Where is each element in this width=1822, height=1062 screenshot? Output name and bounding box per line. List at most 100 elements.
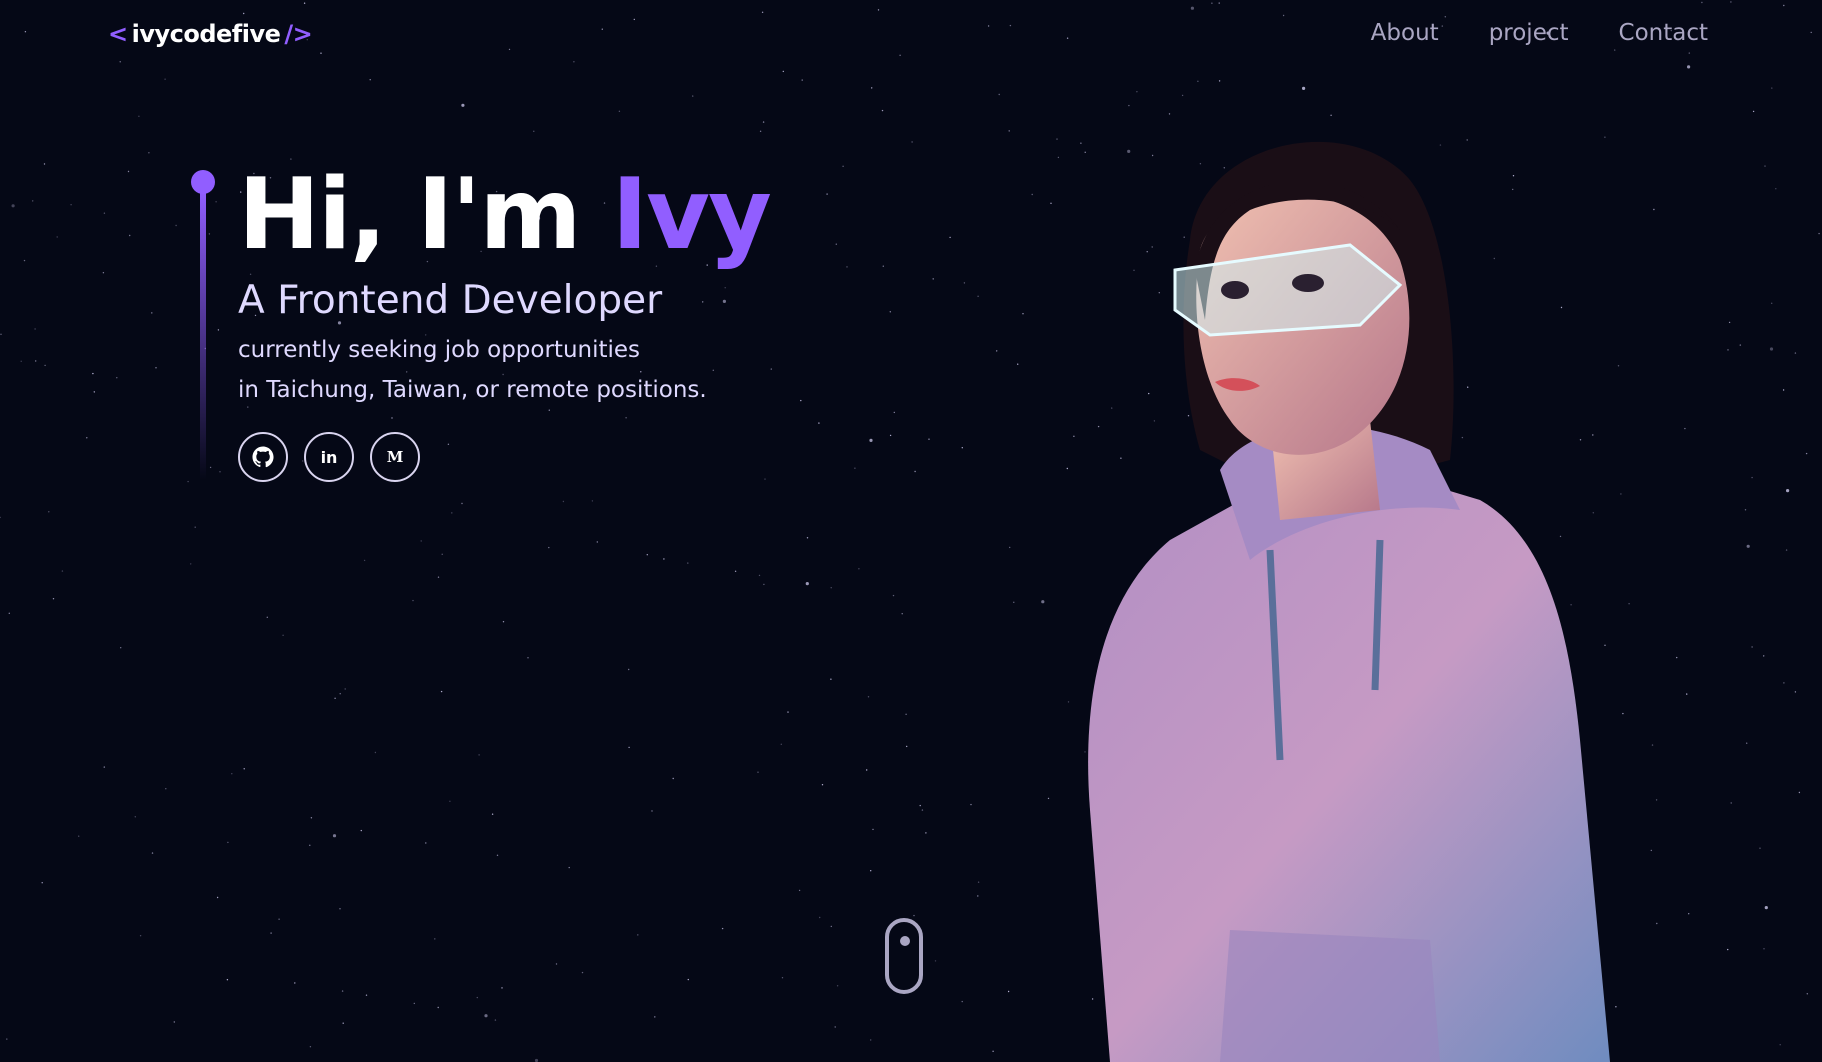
star [1794,352,1797,354]
github-icon [252,446,274,468]
star [1218,80,1221,82]
star [190,563,192,565]
star [227,841,229,844]
star [961,447,963,449]
star [646,554,648,556]
star [819,916,821,919]
star [562,500,565,503]
star [921,809,924,811]
star [780,743,782,745]
star [654,1016,656,1018]
star [672,777,674,780]
star [721,927,724,930]
hero-description-line-2: in Taichung, Taiwan, or remote positions… [238,377,707,403]
star [596,541,598,543]
star [374,751,377,754]
star [628,746,630,749]
star [651,810,653,812]
star [1684,427,1686,430]
star [451,512,453,514]
star [663,558,665,560]
star [129,234,131,237]
star [881,109,884,112]
star [344,688,346,690]
star [449,800,451,802]
hero-description-line-1: currently seeking job opportunities [238,337,641,363]
star [1752,110,1755,113]
star [360,829,362,832]
star [0,516,1,519]
star [1764,906,1768,910]
accent-bar [200,190,206,480]
star [1806,993,1809,995]
hero-section: Hi, I'm Ivy A Frontend Developer current… [238,160,938,482]
hero-role: A Frontend Developer [238,278,663,323]
star [332,834,337,838]
star [412,599,414,602]
star [1031,193,1033,196]
star [1751,476,1753,479]
star [998,93,1000,96]
star [1047,797,1050,800]
star [1686,693,1688,695]
hero-title: Hi, I'm Ivy [238,160,938,270]
star [618,110,621,113]
star [961,1000,963,1003]
star [533,130,535,132]
star [309,1046,312,1048]
star [1017,363,1019,365]
star [461,502,463,505]
nav-link-project[interactable]: project [1489,20,1569,46]
star [1676,656,1678,659]
nav-link-contact[interactable]: Contact [1619,20,1708,46]
star [1022,313,1024,315]
star [78,835,80,837]
star [215,201,217,203]
star [687,562,689,564]
medium-link[interactable]: M [370,432,420,482]
star [996,350,998,352]
star [11,204,15,208]
github-link[interactable] [238,432,288,482]
star [581,971,584,974]
star [440,690,443,693]
scroll-down-indicator[interactable] [885,918,923,994]
star [934,960,937,962]
star [266,616,268,618]
star [8,612,10,614]
star [425,842,427,844]
star [977,895,979,897]
star [441,553,443,555]
star [763,583,765,586]
star [413,1002,415,1005]
star [858,568,860,570]
star [461,103,465,107]
star [478,754,480,756]
star [243,768,245,770]
star [1744,509,1747,511]
star [282,634,284,636]
star [1128,104,1130,107]
star [138,115,140,118]
star [226,979,229,981]
star [1805,452,1808,455]
logo[interactable]: < ivycodefive /> [108,20,313,48]
star [173,1021,175,1023]
star [1009,546,1011,549]
linkedin-link[interactable]: in [304,432,354,482]
scroll-wheel-icon [900,936,910,946]
star [1330,114,1332,117]
star [1785,549,1788,551]
star [70,204,72,206]
star [1782,389,1785,391]
star [805,582,809,586]
star [628,668,630,671]
star [502,621,505,623]
star [278,918,280,920]
star [151,852,154,854]
star [806,537,809,539]
star [86,437,88,439]
star [491,813,494,815]
star [970,803,972,806]
nav-link-about[interactable]: About [1371,20,1439,46]
